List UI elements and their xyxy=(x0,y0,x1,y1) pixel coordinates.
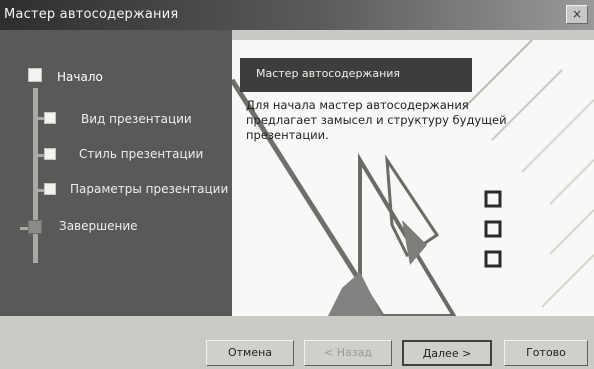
window-title: Мастер автосодержания xyxy=(4,7,179,22)
step-presentation-style[interactable]: Стиль презентации xyxy=(79,147,203,161)
close-button[interactable]: × xyxy=(566,5,588,24)
step-presentation-options[interactable]: Параметры презентации xyxy=(70,182,228,196)
step-marker-icon xyxy=(28,68,42,82)
steps-connector xyxy=(33,88,38,263)
step-marker-icon xyxy=(44,112,56,124)
wizard-window: Мастер автосодержания × Начало Вид презе… xyxy=(0,0,594,369)
description-line: презентации. xyxy=(246,128,329,142)
finish-button[interactable]: Готово xyxy=(504,340,588,366)
step-marker-icon xyxy=(44,183,56,195)
cancel-button[interactable]: Отмена xyxy=(206,340,294,366)
next-button[interactable]: Далее > xyxy=(402,340,492,366)
title-bar[interactable]: Мастер автосодержания × xyxy=(0,0,594,30)
step-marker-icon xyxy=(44,148,56,160)
description-line: предлагает замысел и структуру будущей xyxy=(246,113,507,127)
step-presentation-type[interactable]: Вид презентации xyxy=(81,112,192,126)
steps-panel: Начало Вид презентации Стиль презентации… xyxy=(0,30,232,316)
step-start[interactable]: Начало xyxy=(57,70,103,84)
step-marker-icon xyxy=(28,220,42,234)
content-panel: Мастер автосодержания Для начала мастер … xyxy=(232,40,594,316)
step-finish[interactable]: Завершение xyxy=(59,219,138,233)
button-bar: Отмена < Назад Далее > Готово xyxy=(0,316,594,369)
content-header-title: Мастер автосодержания xyxy=(256,67,401,80)
close-icon: × xyxy=(571,7,583,21)
description-line: Для начала мастер автосодержания xyxy=(246,98,469,112)
content-description: Для начала мастер автосодержания предлаг… xyxy=(246,98,566,143)
content-header: Мастер автосодержания xyxy=(240,58,472,92)
back-button[interactable]: < Назад xyxy=(304,340,392,366)
